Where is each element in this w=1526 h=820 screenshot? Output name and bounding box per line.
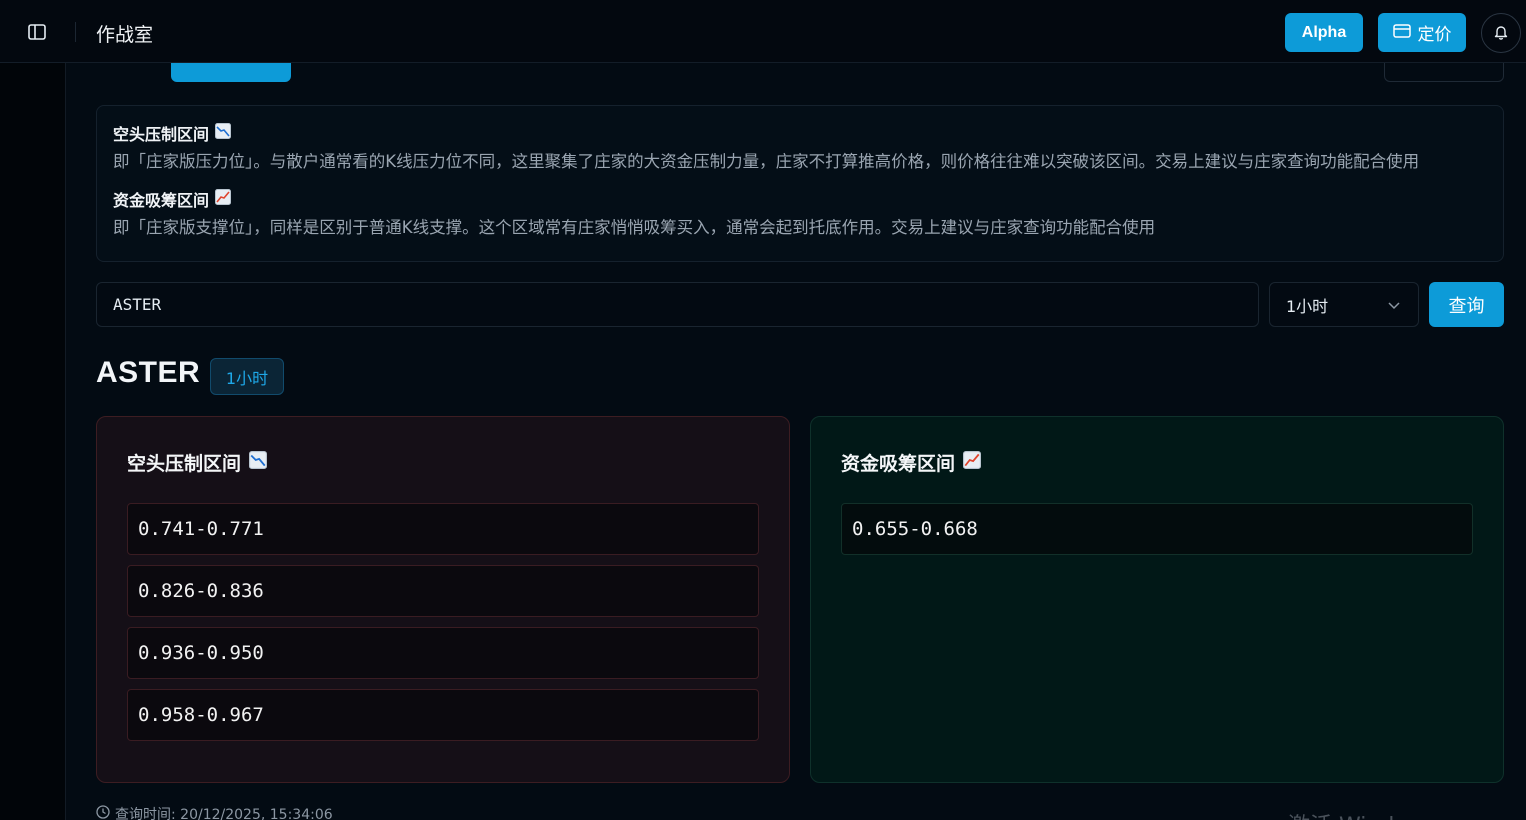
support-info-label: 资金吸筹区间 (113, 191, 210, 210)
resistance-zone-list: 0.741-0.771 0.826-0.836 0.936-0.950 0.95… (127, 503, 759, 741)
timeframe-select-value: 1小时 (1286, 296, 1329, 316)
resistance-info-desc: 即「庄家版压力位」。与散户通常看的K线压力位不同，这里聚集了庄家的大资金压制力量… (113, 152, 1420, 171)
support-card: 资金吸筹区间 0.655-0.668 (810, 416, 1504, 783)
top-bar: 作战室 Alpha 定价 (0, 0, 1526, 63)
resistance-zone-row: 0.826-0.836 (127, 565, 759, 617)
chart-increasing-icon (963, 450, 982, 474)
symbol-search-input[interactable] (96, 282, 1259, 327)
chevron-down-icon (1388, 295, 1400, 314)
alpha-button[interactable]: Alpha (1285, 13, 1363, 52)
bell-icon (1494, 24, 1508, 43)
header-divider (75, 22, 76, 42)
scrolled-history-button[interactable] (1384, 63, 1504, 82)
clock-icon (96, 805, 110, 820)
pricing-button[interactable]: 定价 (1378, 13, 1466, 52)
page-title: 作战室 (96, 24, 154, 46)
support-zone-list: 0.655-0.668 (841, 503, 1473, 555)
resistance-card-title: 空头压制区间 (127, 449, 759, 475)
resistance-card: 空头压制区间 0.741-0.771 0.826-0.836 0.936-0.9… (96, 416, 790, 783)
result-symbol: ASTER (96, 356, 201, 389)
support-card-label: 资金吸筹区间 (841, 452, 956, 475)
resistance-zone-row: 0.936-0.950 (127, 627, 759, 679)
pricing-label: 定价 (1417, 25, 1452, 45)
resistance-zone-row: 0.958-0.967 (127, 689, 759, 741)
scrolled-action-button[interactable] (171, 63, 291, 82)
support-card-title: 资金吸筹区间 (841, 449, 1473, 475)
notifications-button[interactable] (1481, 13, 1521, 53)
chart-decreasing-icon (215, 123, 232, 143)
timeframe-badge: 1小时 (210, 358, 284, 395)
windows-activation-watermark: 激活 Windows (1288, 808, 1437, 820)
timeframe-select[interactable]: 1小时 (1269, 282, 1419, 327)
chart-decreasing-icon (249, 450, 268, 474)
resistance-zone-row: 0.741-0.771 (127, 503, 759, 555)
query-time-text: 查询时间: 20/12/2025, 15:34:06 (115, 807, 333, 820)
chart-increasing-icon (215, 189, 232, 209)
left-rail (0, 63, 66, 820)
resistance-card-label: 空头压制区间 (127, 452, 242, 475)
support-info-title: 资金吸筹区间 (113, 188, 1487, 210)
support-info-desc: 即「庄家版支撑位」，同样是区别于普通K线支撑。这个区域常有庄家悄悄吸筹买入，通常… (113, 218, 1156, 237)
main-content: 空头压制区间 即「庄家版压力位」。与散户通常看的K线压力位不同，这里聚集了庄家的… (66, 63, 1526, 820)
support-zone-row: 0.655-0.668 (841, 503, 1473, 555)
sidebar-toggle-icon[interactable] (27, 22, 47, 42)
info-panel: 空头压制区间 即「庄家版压力位」。与散户通常看的K线压力位不同，这里聚集了庄家的… (96, 105, 1504, 262)
query-timestamp: 查询时间: 20/12/2025, 15:34:06 (96, 804, 333, 820)
query-button[interactable]: 查询 (1429, 282, 1504, 327)
card-icon (1392, 23, 1411, 43)
resistance-info-label: 空头压制区间 (113, 125, 210, 144)
resistance-info-title: 空头压制区间 (113, 122, 1487, 144)
